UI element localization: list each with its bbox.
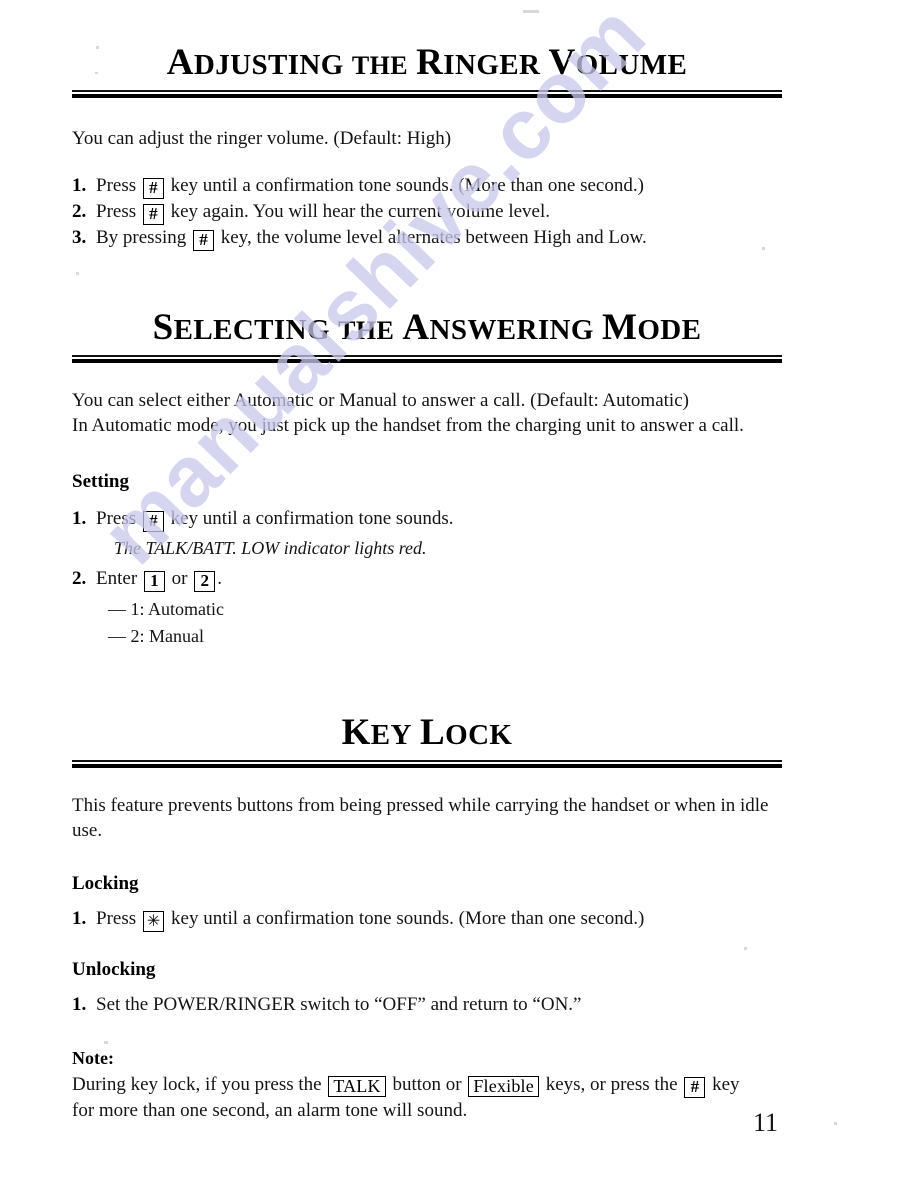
locking-subheading: Locking: [72, 872, 139, 894]
step-number: 3.: [72, 226, 87, 248]
step-text-before: Enter: [96, 567, 138, 589]
title-cap: T: [351, 51, 370, 80]
title-cap: S: [152, 306, 174, 348]
note-subheading: Note:: [72, 1047, 114, 1068]
step-item: 2. Press # key again. You will hear the …: [72, 199, 782, 225]
step-item: 2. Enter 1 or 2.: [72, 566, 782, 592]
section-title-key-lock: KEY LOCK: [72, 711, 782, 753]
title-cap: T: [338, 315, 356, 345]
step-number: 2.: [72, 200, 87, 222]
title-smallcaps: INGER: [443, 49, 541, 81]
step-text: Enter 1 or 2.: [96, 566, 782, 592]
step-item: 1. Press ✳ key until a confirmation tone…: [72, 906, 782, 932]
title-smallcaps: OLUME: [575, 49, 688, 81]
step-text-before: Press: [96, 907, 137, 929]
option-automatic: — 1: Automatic: [108, 598, 224, 619]
star-key-box: ✳: [142, 910, 165, 932]
step-text-before: Press: [96, 200, 137, 222]
step-text-middle: or: [171, 567, 188, 589]
step-item: 1. Set the POWER/RINGER switch to “OFF” …: [72, 992, 782, 1018]
digit-two-key-box: 2: [194, 570, 216, 592]
title-cap: V: [548, 42, 576, 83]
step-item: 1. Press # key until a confirmation tone…: [72, 173, 782, 199]
section-divider-rule: [72, 89, 782, 98]
option-manual: — 2: Manual: [108, 625, 204, 646]
flexible-key-box: Flexible: [468, 1075, 539, 1097]
key-lock-intro: This feature prevents buttons from being…: [72, 794, 769, 841]
setting-steps: 1. Press # key until a confirmation tone…: [72, 506, 782, 650]
step-text: Press # key until a confirmation tone so…: [96, 506, 782, 532]
step-text-before: By pressing: [96, 226, 187, 248]
key-lock-note-line2: for more than one second, an alarm tone …: [72, 1099, 468, 1121]
unlocking-subheading: Unlocking: [72, 958, 156, 980]
title-cap: L: [420, 711, 446, 753]
step-text-before: Press: [96, 507, 137, 529]
section-divider-rule: [72, 759, 782, 768]
key-lock-note-line1: During key lock, if you press the TALK b…: [72, 1072, 782, 1098]
hash-key-box: #: [684, 1076, 706, 1098]
step-number: 1.: [72, 907, 87, 929]
hash-key-box: #: [142, 177, 164, 199]
step-text-after: key until a confirmation tone sounds. (M…: [170, 174, 644, 196]
title-cap: R: [416, 42, 444, 83]
step-item: 3. By pressing # key, the volume level a…: [72, 225, 782, 251]
step-text: By pressing # key, the volume level alte…: [96, 225, 782, 251]
setting-subheading: Setting: [72, 470, 129, 492]
title-smallcaps: HE: [369, 51, 409, 80]
hash-key-box: #: [193, 229, 214, 251]
note-text-part3: keys, or press the: [545, 1073, 678, 1095]
document-page: ADJUSTING THE RINGER VOLUME You can adju…: [0, 0, 918, 1188]
title-smallcaps: EY: [370, 718, 412, 751]
page-content: ADJUSTING THE RINGER VOLUME You can adju…: [72, 0, 782, 1123]
note-text-part2: button or: [392, 1073, 462, 1095]
step-number: 1.: [72, 174, 87, 196]
title-smallcaps: NSWERING: [429, 313, 594, 346]
section-title-answering-mode: SELECTING THE ANSWERING MODE: [72, 306, 782, 348]
step-text: Set the POWER/RINGER switch to “OFF” and…: [96, 993, 582, 1015]
title-smallcaps: HE: [355, 315, 395, 345]
answering-mode-intro-line1: You can select either Automatic or Manua…: [72, 389, 689, 411]
note-text-part4: key: [712, 1073, 740, 1095]
hash-key-box: #: [142, 203, 164, 225]
step-text-after: key again. You will hear the current vol…: [170, 200, 550, 222]
note-text-part1: During key lock, if you press the: [72, 1073, 322, 1095]
step-text: Press # key again. You will hear the cur…: [96, 199, 782, 225]
ringer-volume-intro: You can adjust the ringer volume. (Defau…: [72, 127, 452, 149]
step-text: Press # key until a confirmation tone so…: [96, 173, 782, 199]
step-text-before: Press: [96, 174, 137, 196]
ringer-volume-steps: 1. Press # key until a confirmation tone…: [72, 173, 782, 251]
title-smallcaps: OCK: [445, 718, 513, 751]
step-text-after: key until a confirmation tone sounds. (M…: [171, 907, 645, 929]
title-smallcaps: ODE: [637, 313, 702, 346]
step-item: 1. Press # key until a confirmation tone…: [72, 506, 782, 532]
step-number: 2.: [72, 567, 87, 589]
title-smallcaps: DJUSTING: [193, 49, 344, 81]
title-cap: M: [601, 306, 638, 348]
title-cap: A: [166, 42, 194, 83]
talk-batt-low-indicator-note: The TALK/BATT. LOW indicator lights red.: [114, 537, 427, 558]
answering-mode-intro-line2: In Automatic mode, you just pick up the …: [72, 414, 744, 436]
section-title-ringer-volume: ADJUSTING THE RINGER VOLUME: [72, 42, 782, 83]
section-key-lock: KEY LOCK This feature prevents buttons f…: [72, 650, 782, 1123]
title-smallcaps: ELECTING: [173, 313, 330, 346]
step-number: 1.: [72, 507, 87, 529]
step-text-after: key until a confirmation tone sounds.: [170, 507, 454, 529]
title-cap: A: [402, 306, 430, 348]
digit-one-key-box: 1: [143, 570, 165, 592]
page-number: 11: [752, 1108, 778, 1137]
section-adjusting-ringer-volume: ADJUSTING THE RINGER VOLUME You can adju…: [72, 0, 782, 251]
step-text-after: .: [217, 567, 222, 589]
step-text-after: key, the volume level alternates between…: [220, 226, 647, 248]
talk-key-box: TALK: [328, 1075, 386, 1097]
section-divider-rule: [72, 354, 782, 363]
section-selecting-answering-mode: SELECTING THE ANSWERING MODE You can sel…: [72, 251, 782, 650]
step-number: 1.: [72, 993, 87, 1015]
hash-key-box: #: [142, 510, 164, 532]
title-cap: K: [341, 711, 371, 753]
step-text: Press ✳ key until a confirmation tone so…: [96, 906, 782, 932]
